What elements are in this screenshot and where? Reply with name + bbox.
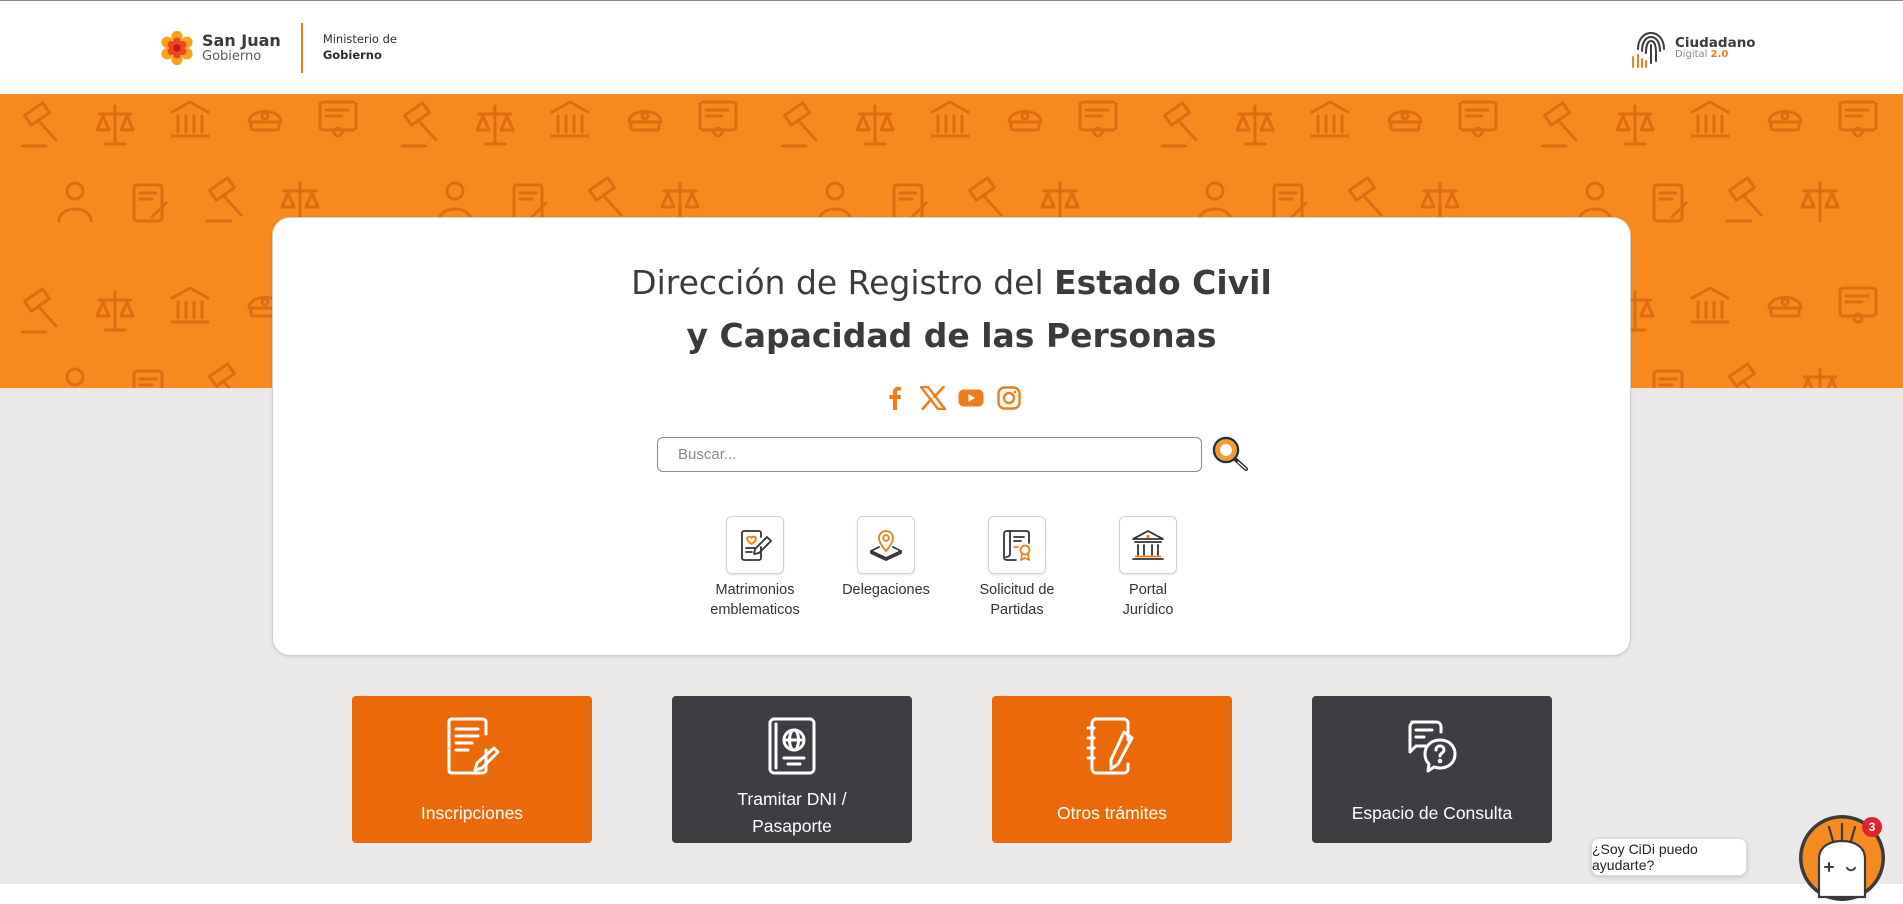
ministry-name: Gobierno (322, 48, 382, 62)
brand-divider (300, 23, 303, 73)
quick-link-portal-juridico[interactable]: Portal Jurídico (1083, 516, 1214, 620)
brand-subtitle: Gobierno (202, 49, 262, 64)
notebook-pen-icon (1086, 717, 1134, 775)
tile-label: Tramitar DNI / Pasaporte (737, 789, 847, 836)
tile-inscripciones[interactable]: Inscripciones (352, 696, 592, 843)
quick-link-solicitud-partidas[interactable]: Solicitud de Partidas (952, 516, 1083, 620)
ministry-label: Ministerio de (322, 32, 397, 47)
main-card: Dirección de Registro del Estado Civil y… (272, 217, 1631, 656)
brand-name: San Juan (202, 31, 281, 50)
instagram-link[interactable] (994, 383, 1024, 413)
youtube-link[interactable] (956, 383, 986, 413)
ciudadano-digital-link[interactable]: Ciudadano Digital 2.0 (1630, 27, 1756, 69)
courthouse-icon (1132, 530, 1164, 560)
facebook-icon (889, 386, 901, 410)
tile-label: Espacio de Consulta (1351, 802, 1513, 823)
quick-link-icon-box (1119, 516, 1177, 574)
quick-link-matrimonios[interactable]: Matrimonios emblematicos (690, 516, 821, 620)
chat-notification-badge: 3 (1862, 817, 1882, 837)
page-title-bold-1: Estado Civil (1054, 263, 1272, 302)
page-title-light: Dirección de Registro del (631, 263, 1055, 302)
cidi-subtitle: Digital 2.0 (1675, 48, 1729, 60)
search-bar (657, 434, 1250, 474)
quick-link-label: Matrimonios emblematicos (710, 582, 800, 618)
tile-tramitar-dni[interactable]: Tramitar DNI / Pasaporte (672, 696, 912, 843)
map-location-icon (870, 530, 902, 561)
quick-link-icon-box (726, 516, 784, 574)
cidi-version: 2.0 (1710, 48, 1729, 60)
social-links (273, 383, 1630, 413)
quick-link-label: Solicitud de Partidas (979, 582, 1055, 618)
search-icon (1212, 436, 1248, 471)
tile-espacio-consulta[interactable]: Espacio de Consulta (1312, 696, 1552, 843)
marriage-certificate-icon (741, 530, 772, 561)
quick-links: Matrimonios emblematicos Delegaciones So… (273, 516, 1630, 620)
san-juan-flower-logo-icon (161, 30, 193, 66)
quick-link-icon-box (988, 516, 1046, 574)
quick-link-label: Portal Jurídico (1122, 582, 1174, 618)
search-button[interactable] (1210, 434, 1250, 474)
form-pen-icon (447, 717, 500, 775)
tile-label: Otros trámites (1057, 802, 1167, 823)
facebook-link[interactable] (880, 383, 910, 413)
chat-question-icon (1408, 720, 1457, 773)
chat-greeting-bubble[interactable]: ¿Soy CiDi puedo ayudarte? (1591, 838, 1747, 876)
fingerprint-icon (1632, 31, 1665, 68)
quick-link-delegaciones[interactable]: Delegaciones (821, 516, 952, 620)
passport-icon (768, 717, 816, 775)
page-title-bold-2: y Capacidad de las Personas (686, 316, 1217, 355)
quick-link-label: Delegaciones (842, 582, 930, 598)
youtube-icon (958, 389, 983, 407)
x-twitter-icon (919, 386, 946, 410)
x-twitter-link[interactable] (918, 383, 948, 413)
search-input[interactable] (657, 436, 1202, 472)
quick-link-icon-box (857, 516, 915, 574)
san-juan-logo-link[interactable]: San Juan Gobierno Ministerio de Gobierno (158, 23, 397, 73)
document-seal-icon (1003, 530, 1031, 561)
tile-otros-tramites[interactable]: Otros trámites (992, 696, 1232, 843)
site-header: San Juan Gobierno Ministerio de Gobierno (0, 0, 1903, 94)
cidi-title: Ciudadano (1675, 34, 1756, 51)
service-tiles: Inscripciones Tramitar DNI / Pasaporte O… (352, 696, 1552, 843)
instagram-icon (996, 386, 1021, 410)
tile-label: Inscripciones (420, 802, 524, 823)
page-title: Dirección de Registro del Estado Civil y… (273, 256, 1630, 362)
footer-strip (0, 884, 1903, 904)
